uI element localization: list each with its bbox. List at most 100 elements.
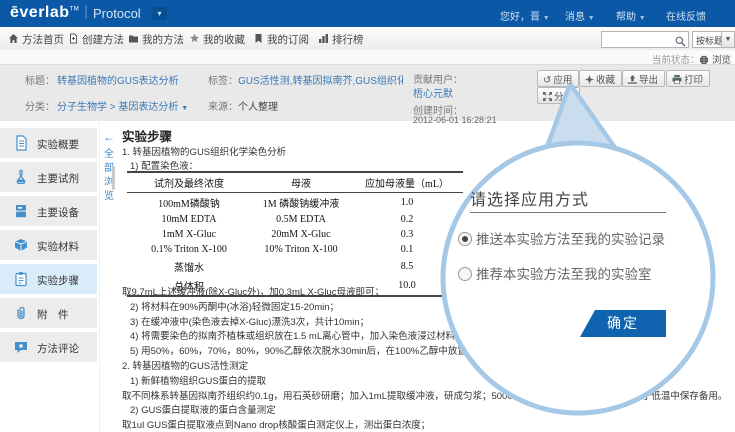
protocol-line: 2. 转基因植物的GUS活性测定 bbox=[122, 360, 733, 375]
sidebar-item-comments[interactable]: 方法评论 bbox=[0, 332, 97, 362]
search-filter-select[interactable]: 按标题 ▼ bbox=[692, 31, 735, 48]
nav-create-method[interactable]: 创建方法 bbox=[68, 32, 124, 46]
facebook-share-icon[interactable]: f bbox=[537, 165, 548, 176]
export-button[interactable]: 导出 bbox=[622, 70, 665, 87]
apply-button[interactable]: ↺应用 bbox=[537, 70, 579, 87]
contributor-link[interactable]: 梧心元默 bbox=[413, 85, 453, 100]
chevron-down-icon[interactable]: ▼ bbox=[181, 105, 188, 112]
radio-button[interactable] bbox=[458, 267, 472, 281]
status-row: 当前状态： 浏览 bbox=[0, 50, 735, 64]
flask-icon bbox=[13, 169, 29, 185]
category-label: 分类： bbox=[25, 98, 55, 113]
home-icon bbox=[8, 33, 19, 44]
source-value: 个人整理 bbox=[238, 98, 278, 113]
table-row: 1mM X-Gluc20mM X-Gluc0.3 bbox=[127, 227, 463, 242]
contributor-label: 贡献用户： bbox=[413, 71, 463, 86]
messages-menu[interactable]: 消息 ▼ bbox=[565, 8, 595, 23]
kaixin-share-icon[interactable]: k bbox=[612, 165, 623, 176]
favorite-button[interactable]: 收藏 bbox=[579, 70, 622, 87]
nav-ranking[interactable]: 排行榜 bbox=[318, 32, 364, 46]
sidebar-item-reagents[interactable]: 主要试剂 bbox=[0, 162, 97, 192]
protocol-title-link[interactable]: 转基因植物的GUS表达分析 bbox=[57, 72, 179, 87]
chevron-down-icon: ▼ bbox=[543, 15, 550, 22]
social-share-row: fwQt豆kr + bbox=[537, 165, 657, 183]
protocol-line: 取不同株系转基因拟南芥组织约0.1g，用石英砂研磨；加入1mL提取缓冲液，研成匀… bbox=[122, 390, 733, 405]
chevron-down-icon[interactable]: ▼ bbox=[721, 32, 734, 47]
chevron-down-icon: ▼ bbox=[588, 15, 595, 22]
back-strip: ← 全部浏览 bbox=[99, 120, 118, 432]
help-menu[interactable]: 帮助 ▼ bbox=[616, 8, 646, 23]
tags-label: 标签： bbox=[208, 72, 238, 87]
confirm-button[interactable]: 确定 bbox=[580, 310, 666, 337]
staining-solution-table: 试剂及最终浓度 母液 应加母液量（mL） 100mM磷酸钠1M 磷酸钠缓冲液1.… bbox=[127, 171, 463, 297]
create-icon bbox=[68, 33, 79, 44]
folder-icon bbox=[128, 33, 139, 44]
print-button[interactable]: 打印 bbox=[666, 70, 710, 87]
table-row: 蒸馏水8.5 bbox=[127, 257, 463, 276]
title-label: 标题： bbox=[25, 72, 55, 87]
subscribe-icon bbox=[253, 33, 264, 44]
star-icon bbox=[189, 33, 200, 44]
table-row: 0.1% Triton X-10010% Triton X-1000.1 bbox=[127, 242, 463, 257]
protocol-line: 1) 新鲜植物组织GUS蛋白的提取 bbox=[122, 375, 733, 390]
paperclip-icon bbox=[13, 305, 29, 321]
sidebar-item-attachments[interactable]: 附 件 bbox=[0, 298, 97, 328]
sidebar-item-overview[interactable]: 实验概要 bbox=[0, 128, 97, 158]
created-value: 2012-06-01 16:28:21 bbox=[413, 115, 497, 125]
col-header: 母液 bbox=[251, 172, 351, 193]
search-input[interactable] bbox=[604, 33, 676, 46]
nav-my-methods[interactable]: 我的方法 bbox=[128, 32, 184, 46]
user-menu[interactable]: 您好，晋 ▼ bbox=[500, 8, 550, 23]
product-name: Protocol bbox=[93, 6, 141, 21]
taobao-share-icon[interactable]: t bbox=[582, 165, 593, 176]
tags-links[interactable]: GUS活性测,转基因拟南芥,GUS组织化.. bbox=[238, 72, 403, 87]
search-filter-value: 按标题 bbox=[696, 34, 723, 47]
renren-share-icon[interactable]: r bbox=[627, 165, 638, 176]
more-share-icon[interactable]: + bbox=[642, 165, 653, 176]
protocol-line: 2) GUS蛋白提取液的蛋白含量测定 bbox=[122, 404, 733, 419]
scrollbar-thumb[interactable] bbox=[112, 166, 115, 190]
popup-option-recommend-to-lab[interactable]: 推荐本实验方法至我的实验室 bbox=[458, 263, 652, 283]
weibo-share-icon[interactable]: w bbox=[552, 165, 563, 176]
col-header: 试剂及最终浓度 bbox=[127, 172, 251, 193]
radio-button[interactable] bbox=[458, 232, 472, 246]
popup-option-push-to-records[interactable]: 推送本实验方法至我的实验记录 bbox=[458, 228, 665, 248]
printer-icon bbox=[672, 75, 682, 84]
everlab-protocol-page: ēverlabTM | Protocol ▾ 您好，晋 ▼ 消息 ▼ 帮助 ▼ … bbox=[0, 0, 735, 432]
logo-separator: | bbox=[84, 3, 88, 20]
export-icon bbox=[628, 75, 637, 84]
document-icon bbox=[13, 135, 29, 151]
back-arrow-icon[interactable]: ← bbox=[103, 130, 115, 144]
ranking-icon bbox=[318, 33, 329, 44]
nav-my-subscriptions[interactable]: 我的订阅 bbox=[253, 32, 309, 46]
qzone-share-icon[interactable]: Q bbox=[567, 165, 578, 176]
apply-refresh-icon: ↺ bbox=[543, 75, 551, 86]
everlab-logo[interactable]: ēverlabTM bbox=[10, 4, 79, 22]
logo-tm: TM bbox=[70, 7, 80, 13]
share-button[interactable]: 分享 bbox=[537, 87, 580, 104]
feedback-link[interactable]: 在线反馈 bbox=[666, 8, 706, 23]
product-switcher-chevron-icon[interactable]: ▾ bbox=[152, 7, 167, 20]
box-icon bbox=[13, 237, 29, 253]
section-1-title: 1. 转基因植物的GUS组织化学染色分析 bbox=[122, 144, 286, 158]
expand-arrows-icon bbox=[543, 92, 552, 101]
sidebar-item-materials[interactable]: 实验材料 bbox=[0, 230, 97, 260]
nav-method-home[interactable]: 方法首页 bbox=[8, 32, 64, 46]
step-1-label: 1) 配置染色液： bbox=[130, 158, 198, 172]
sidebar-item-steps[interactable]: 实验步骤 bbox=[0, 264, 97, 294]
protocol-line: 取9.7mL上述缓冲液(除X-Gluc外)，加0.3mL X-Gluc母液即可； bbox=[122, 286, 733, 301]
page-title: 实验步骤 bbox=[122, 126, 172, 145]
sidebar-item-equipment[interactable]: 主要设备 bbox=[0, 196, 97, 226]
meta-panel: 标题： 转基因植物的GUS表达分析 分类： 分子生物学 > 基因表达分析 ▼ 标… bbox=[0, 64, 735, 121]
topbar: ēverlabTM | Protocol ▾ 您好，晋 ▼ 消息 ▼ 帮助 ▼ … bbox=[0, 0, 735, 27]
comment-icon bbox=[13, 339, 29, 355]
douban-share-icon[interactable]: 豆 bbox=[597, 165, 608, 176]
protocol-line: 5) 用50%，60%，70%，80%，90%乙醇依次脱水30min后，在100… bbox=[122, 345, 733, 360]
popup-title-divider bbox=[470, 212, 666, 213]
source-label: 来源： bbox=[208, 98, 238, 113]
equipment-icon bbox=[13, 203, 29, 219]
nav-my-favorites[interactable]: 我的收藏 bbox=[189, 32, 245, 46]
search-box bbox=[601, 31, 689, 48]
table-header-row: 试剂及最终浓度 母液 应加母液量（mL） bbox=[127, 172, 463, 193]
category-link[interactable]: 分子生物学 > 基因表达分析 ▼ bbox=[57, 98, 188, 113]
